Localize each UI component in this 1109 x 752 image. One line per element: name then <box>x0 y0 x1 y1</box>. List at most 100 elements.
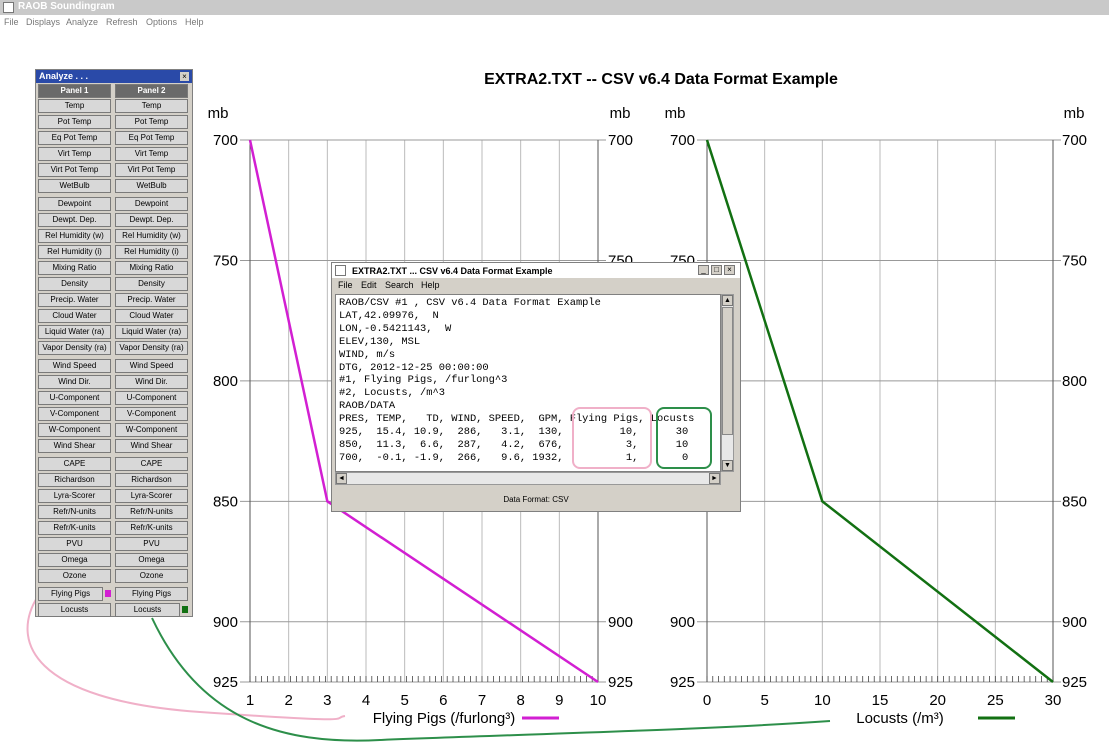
panel-2-richardson-button[interactable]: Richardson <box>115 473 188 487</box>
panel-2-cape-button[interactable]: CAPE <box>115 457 188 471</box>
panel-2-refr-k-units-button[interactable]: Refr/K-units <box>115 521 188 535</box>
data-line: RAOB/DATA <box>339 400 396 413</box>
panel-2-u-component-button[interactable]: U-Component <box>115 391 188 405</box>
panel-2-mixing-ratio-button[interactable]: Mixing Ratio <box>115 261 188 275</box>
dw-menu-help[interactable]: Help <box>421 280 440 290</box>
panel-1-v-component-button[interactable]: V-Component <box>38 407 111 421</box>
panel-2-precip-water-button[interactable]: Precip. Water <box>115 293 188 307</box>
vertical-scrollbar[interactable]: ▲ ▼ <box>721 294 734 472</box>
close-icon[interactable]: × <box>180 72 189 81</box>
panel-2-flying-pigs-button[interactable]: Flying Pigs <box>115 587 188 601</box>
panel-1-refr-k-units-button[interactable]: Refr/K-units <box>38 521 111 535</box>
panel-1-liquid-water-ra-button[interactable]: Liquid Water (ra) <box>38 325 111 339</box>
panel-2-pvu-button[interactable]: PVU <box>115 537 188 551</box>
panel-1-pot-temp-button[interactable]: Pot Temp <box>38 115 111 129</box>
panel-2-lyra-scorer-button[interactable]: Lyra-Scorer <box>115 489 188 503</box>
x-tick-label: 7 <box>478 692 486 709</box>
panel-2-dewpt-dep-button[interactable]: Dewpt. Dep. <box>115 213 188 227</box>
x-axis-label: Locusts (/m³) <box>856 710 944 727</box>
panel-2-pot-temp-button[interactable]: Pot Temp <box>115 115 188 129</box>
y-tick-label-right: 900 <box>608 614 633 631</box>
panel-1-dewpoint-button[interactable]: Dewpoint <box>38 197 111 211</box>
panel-2-vapor-density-ra-button[interactable]: Vapor Density (ra) <box>115 341 188 355</box>
panel-2-ozone-button[interactable]: Ozone <box>115 569 188 583</box>
app-icon <box>335 265 346 276</box>
scroll-up-icon[interactable]: ▲ <box>722 295 733 306</box>
panel-1-wind-speed-button[interactable]: Wind Speed <box>38 359 111 373</box>
panel-2-dewpoint-button[interactable]: Dewpoint <box>115 197 188 211</box>
maximize-icon[interactable]: □ <box>711 265 722 275</box>
panel-1-precip-water-button[interactable]: Precip. Water <box>38 293 111 307</box>
panel-1-virt-pot-temp-button[interactable]: Virt Pot Temp <box>38 163 111 177</box>
scroll-thumb[interactable] <box>722 307 733 435</box>
scroll-down-icon[interactable]: ▼ <box>722 460 733 471</box>
minimize-icon[interactable]: _ <box>698 265 709 275</box>
panel-1-refr-n-units-button[interactable]: Refr/N-units <box>38 505 111 519</box>
analyze-title: Analyze . . . <box>39 71 89 81</box>
panel-1-locusts-button[interactable]: Locusts <box>38 603 111 617</box>
panel-2-rel-humidity-i-button[interactable]: Rel Humidity (i) <box>115 245 188 259</box>
panel-1-header: Panel 1 <box>38 84 111 98</box>
panel-1-rel-humidity-i-button[interactable]: Rel Humidity (i) <box>38 245 111 259</box>
scroll-left-icon[interactable]: ◄ <box>336 473 347 484</box>
panel-1-density-button[interactable]: Density <box>38 277 111 291</box>
panel-1-pvu-button[interactable]: PVU <box>38 537 111 551</box>
panel-2-v-component-button[interactable]: V-Component <box>115 407 188 421</box>
panel-1-omega-button[interactable]: Omega <box>38 553 111 567</box>
panel-2-virt-temp-button[interactable]: Virt Temp <box>115 147 188 161</box>
scroll-right-icon[interactable]: ► <box>709 473 720 484</box>
panel-1-eq-pot-temp-button[interactable]: Eq Pot Temp <box>38 131 111 145</box>
data-text-area[interactable]: RAOB/CSV #1 , CSV v6.4 Data Format Examp… <box>335 294 721 472</box>
x-tick-label: 20 <box>929 692 946 709</box>
data-line: LON,-0.5421143, W <box>339 322 452 335</box>
panel-1-ozone-button[interactable]: Ozone <box>38 569 111 583</box>
panel-2-refr-n-units-button[interactable]: Refr/N-units <box>115 505 188 519</box>
analyze-title-bar[interactable]: Analyze . . . × <box>36 70 192 83</box>
panel-2-wind-speed-button[interactable]: Wind Speed <box>115 359 188 373</box>
data-line: ELEV,130, MSL <box>339 335 421 348</box>
horizontal-scrollbar[interactable]: ◄ ► <box>335 472 721 485</box>
panel-2-omega-button[interactable]: Omega <box>115 553 188 567</box>
panel-2-w-component-button[interactable]: W-Component <box>115 423 188 437</box>
panel-2-cloud-water-button[interactable]: Cloud Water <box>115 309 188 323</box>
panel-2-temp-button[interactable]: Temp <box>115 99 188 113</box>
data-line: DTG, 2012-12-25 00:00:00 <box>339 361 489 374</box>
panel-2-virt-pot-temp-button[interactable]: Virt Pot Temp <box>115 163 188 177</box>
panel-2-rel-humidity-w-button[interactable]: Rel Humidity (w) <box>115 229 188 243</box>
panel-2-wind-shear-button[interactable]: Wind Shear <box>115 439 188 453</box>
panel-1-dewpt-dep-button[interactable]: Dewpt. Dep. <box>38 213 111 227</box>
x-tick-label: 2 <box>284 692 292 709</box>
panel-1-wind-shear-button[interactable]: Wind Shear <box>38 439 111 453</box>
flying-pigs-swatch <box>105 590 111 597</box>
panel-1-rel-humidity-w-button[interactable]: Rel Humidity (w) <box>38 229 111 243</box>
panel-1-u-component-button[interactable]: U-Component <box>38 391 111 405</box>
panel-1-lyra-scorer-button[interactable]: Lyra-Scorer <box>38 489 111 503</box>
panel-2-density-button[interactable]: Density <box>115 277 188 291</box>
panel-2-wetbulb-button[interactable]: WetBulb <box>115 179 188 193</box>
panel-1-temp-button[interactable]: Temp <box>38 99 111 113</box>
panel-1-w-component-button[interactable]: W-Component <box>38 423 111 437</box>
data-window-title-bar[interactable]: EXTRA2.TXT ... CSV v6.4 Data Format Exam… <box>332 263 740 278</box>
panel-1-richardson-button[interactable]: Richardson <box>38 473 111 487</box>
x-tick-label: 3 <box>323 692 331 709</box>
dw-menu-edit[interactable]: Edit <box>361 280 377 290</box>
panel-1-vapor-density-ra-button[interactable]: Vapor Density (ra) <box>38 341 111 355</box>
panel-1-virt-temp-button[interactable]: Virt Temp <box>38 147 111 161</box>
panel-1-mixing-ratio-button[interactable]: Mixing Ratio <box>38 261 111 275</box>
y-tick-label: 700 <box>670 132 695 149</box>
panel-2-locusts-button[interactable]: Locusts <box>115 603 180 617</box>
panel-2-liquid-water-ra-button[interactable]: Liquid Water (ra) <box>115 325 188 339</box>
panel-1-wetbulb-button[interactable]: WetBulb <box>38 179 111 193</box>
dw-menu-file[interactable]: File <box>338 280 353 290</box>
panel-1-flying-pigs-button[interactable]: Flying Pigs <box>38 587 103 601</box>
panel-1-cloud-water-button[interactable]: Cloud Water <box>38 309 111 323</box>
x-tick-label: 0 <box>703 692 711 709</box>
panel-1-cape-button[interactable]: CAPE <box>38 457 111 471</box>
panel-2-wind-dir-button[interactable]: Wind Dir. <box>115 375 188 389</box>
close-icon[interactable]: × <box>724 265 735 275</box>
dw-menu-search[interactable]: Search <box>385 280 414 290</box>
panel-2-eq-pot-temp-button[interactable]: Eq Pot Temp <box>115 131 188 145</box>
panel-1-wind-dir-button[interactable]: Wind Dir. <box>38 375 111 389</box>
y-tick-label: 900 <box>213 614 238 631</box>
y-tick-label: 700 <box>213 132 238 149</box>
